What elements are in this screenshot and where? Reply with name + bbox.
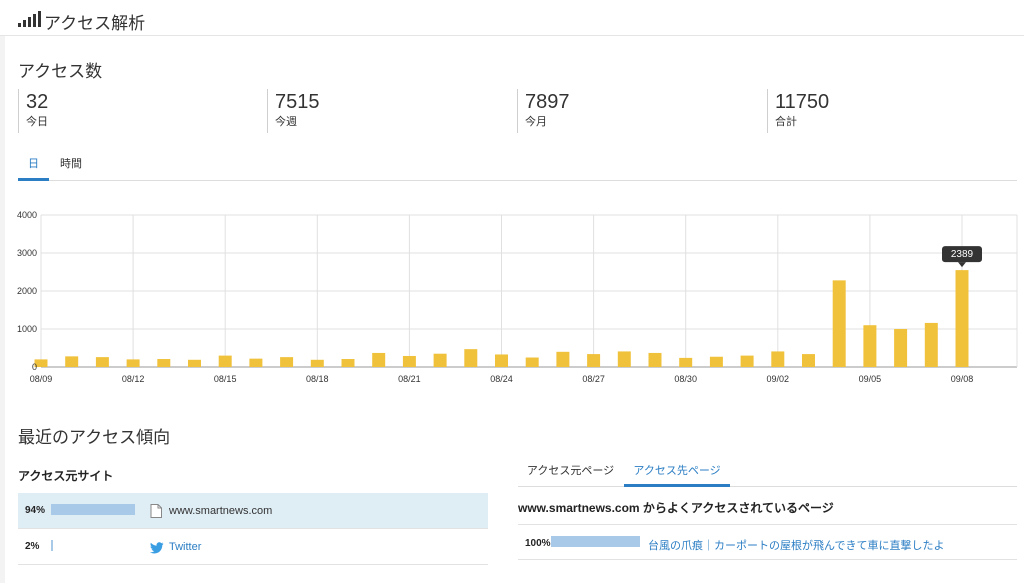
chart-bar	[188, 359, 201, 367]
page-header: アクセス解析	[0, 0, 1024, 36]
x-tick-label: 08/30	[674, 374, 697, 384]
x-tick-label: 09/08	[951, 374, 974, 384]
chart-bar	[863, 325, 877, 367]
stat-value: 7897	[525, 91, 570, 113]
chart-bar	[740, 355, 754, 367]
chart-bar	[65, 356, 79, 367]
tab-source-page[interactable]: アクセス元ページ	[518, 460, 623, 487]
page-icon	[150, 504, 162, 518]
dest-title: www.smartnews.com からよくアクセスされているページ	[518, 501, 834, 515]
sources-title: アクセス元サイト	[18, 469, 114, 483]
x-tick-label: 08/15	[214, 374, 237, 384]
x-tick-label: 08/24	[490, 374, 513, 384]
tooltip-arrow	[958, 262, 966, 268]
page-tabs: アクセス元ページ アクセス先ページ	[518, 460, 1017, 487]
chart-bar	[771, 351, 785, 367]
y-tick-label: 3000	[17, 248, 37, 258]
chart-bar	[802, 354, 815, 367]
source-row[interactable]: 2% Twitter	[18, 529, 488, 565]
stat-label: 今日	[26, 116, 48, 128]
tab-hour[interactable]: 時間	[53, 156, 89, 181]
chart-bar	[372, 352, 386, 367]
x-tick-label: 09/02	[767, 374, 790, 384]
chart-bar	[955, 270, 969, 367]
chart-bar	[679, 357, 693, 367]
stat-total: 11750 合計	[767, 89, 829, 133]
chart-bar	[556, 351, 570, 367]
chart-bar	[525, 357, 539, 367]
chart-bar	[648, 352, 662, 367]
chart-bar	[617, 351, 631, 367]
y-tick-label: 4000	[17, 210, 37, 220]
source-name[interactable]: Twitter	[169, 541, 201, 553]
range-tabs: 日 時間	[18, 156, 1017, 181]
stat-value: 7515	[275, 91, 320, 113]
stat-value: 32	[26, 91, 49, 113]
chart-tooltip: 2389	[942, 246, 982, 268]
chart-bar	[402, 355, 416, 367]
stat-label: 今週	[275, 116, 297, 128]
y-tick-label: 1000	[17, 324, 37, 334]
dest-page-link[interactable]: 台風の爪痕｜カーポートの屋根が飛んできて車に直撃したよ	[648, 537, 944, 553]
y-tick-label: 0	[32, 362, 37, 372]
chart-bar	[157, 359, 171, 367]
chart-bar	[218, 355, 232, 367]
trends-title: 最近のアクセス傾向	[18, 428, 171, 447]
x-tick-label: 08/18	[306, 374, 329, 384]
tab-dest-page[interactable]: アクセス先ページ	[624, 460, 730, 487]
stats-row: 32 今日 7515 今週 7897 今月 11750 合計	[18, 89, 1018, 133]
x-tick-label: 08/21	[398, 374, 421, 384]
signal-bars-icon	[18, 11, 41, 27]
source-percent: 2%	[25, 541, 40, 552]
chart-bar	[310, 359, 324, 367]
x-tick-label: 08/12	[122, 374, 145, 384]
chart-bar	[587, 354, 601, 367]
page-title: アクセス解析	[44, 14, 146, 33]
chart-bar	[924, 322, 938, 367]
y-tick-label: 2000	[17, 286, 37, 296]
stat-week: 7515 今週	[267, 89, 320, 133]
stat-today: 32 今日	[18, 89, 48, 133]
chart-bar	[249, 358, 263, 367]
chart-bar	[832, 280, 846, 367]
x-tick-label: 08/09	[30, 374, 53, 384]
chart-bar	[280, 357, 294, 367]
chart-bar	[126, 359, 140, 367]
tab-day[interactable]: 日	[18, 156, 49, 181]
source-share-bar	[51, 540, 53, 551]
chart-bar	[464, 349, 478, 367]
daily-access-chart: 0 1000 2000 3000 4000 08/09 08/12 08/15 08/18 08/…	[17, 210, 1018, 384]
access-count-title: アクセス数	[18, 62, 103, 81]
dest-percent: 100%	[525, 538, 551, 549]
chart-bar	[495, 354, 508, 367]
x-tick-label: 09/05	[859, 374, 882, 384]
source-percent: 94%	[25, 505, 46, 516]
dest-share-bar	[551, 536, 640, 547]
dest-row[interactable]: 100% 台風の爪痕｜カーポートの屋根が飛んできて車に直撃したよ	[518, 524, 1017, 560]
stat-value: 11750	[775, 91, 830, 113]
tooltip-value: 2389	[951, 249, 974, 260]
stat-month: 7897 今月	[517, 89, 570, 133]
source-name[interactable]: www.smartnews.com	[169, 505, 272, 517]
chart-bar	[433, 353, 447, 367]
stat-label: 合計	[775, 116, 797, 128]
chart-bar	[341, 359, 355, 367]
twitter-bird-icon	[150, 541, 164, 555]
chart-bar	[709, 356, 723, 367]
source-row[interactable]: 94% www.smartnews.com	[18, 493, 488, 529]
chart-bar	[95, 357, 109, 367]
chart-bar	[894, 329, 908, 367]
source-share-bar	[51, 504, 135, 515]
x-tick-label: 08/27	[582, 374, 605, 384]
stat-label: 今月	[525, 116, 547, 128]
